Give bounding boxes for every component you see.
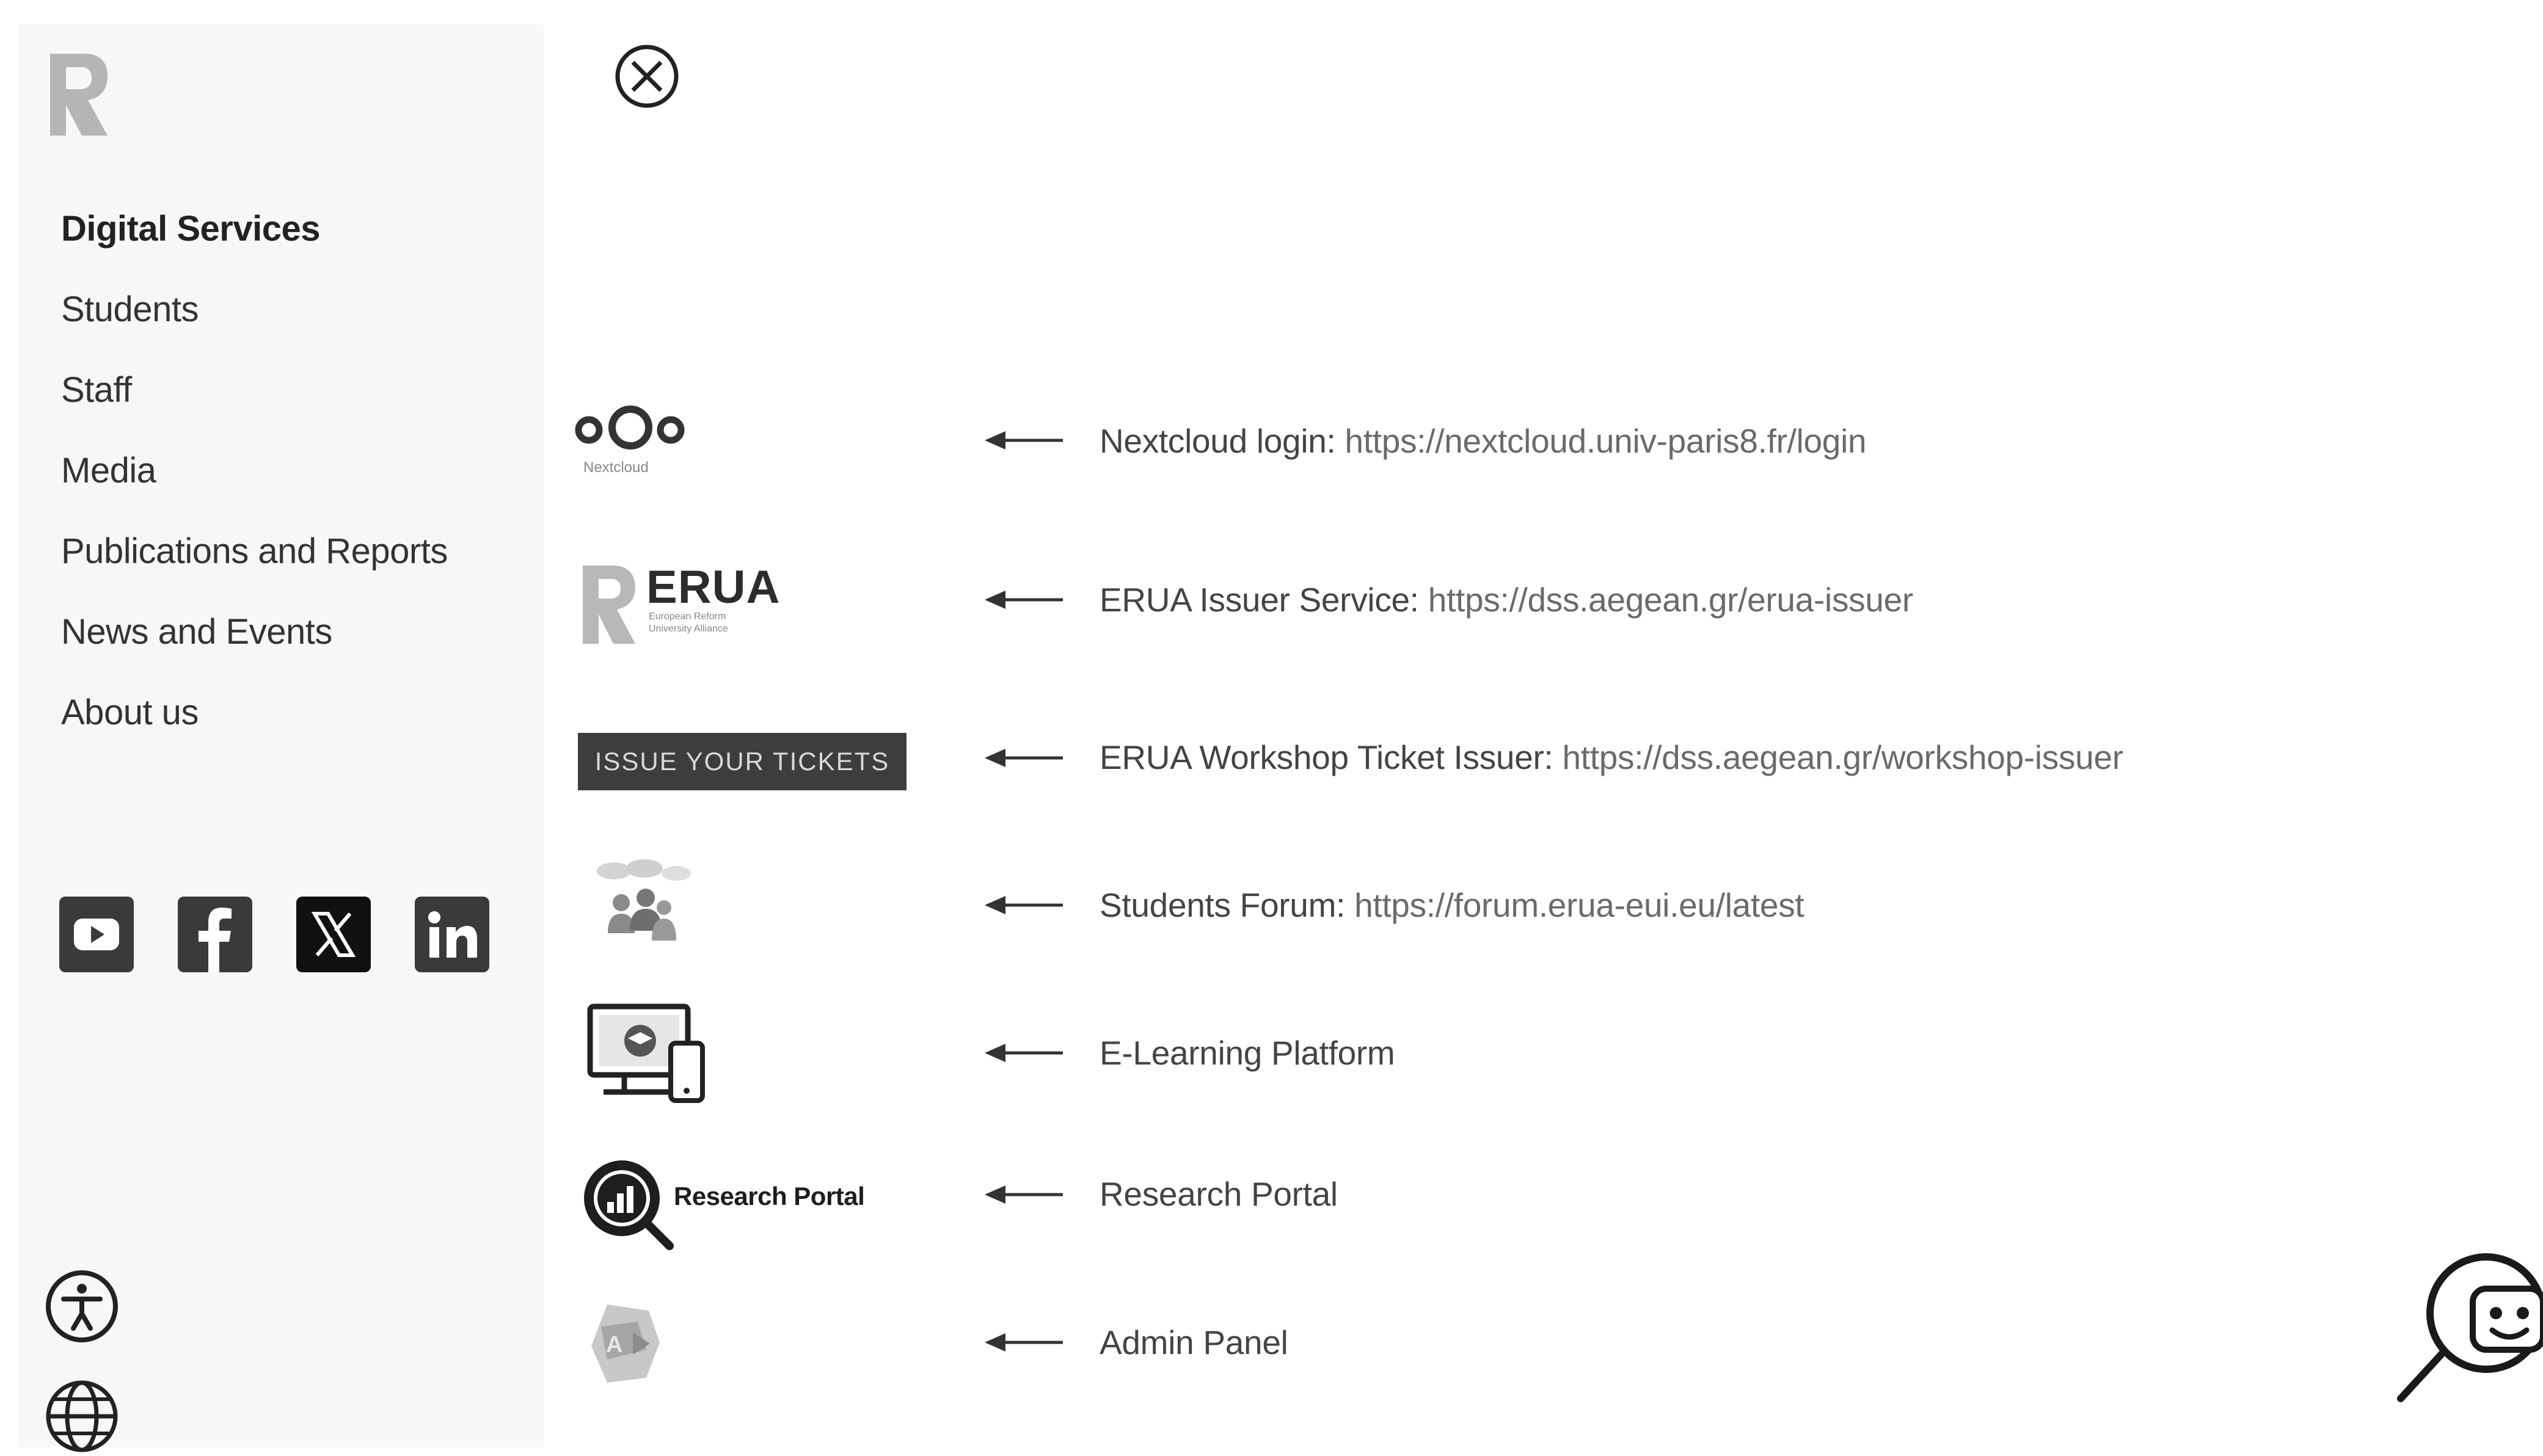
erua-r-logo[interactable] xyxy=(44,49,111,140)
service-name: Research Portal xyxy=(1100,1175,1338,1213)
service-url[interactable]: https://dss.aegean.gr/workshop-issuer xyxy=(1563,738,2124,776)
nav-item-digital-services[interactable]: Digital Services xyxy=(61,202,448,282)
x-icon[interactable] xyxy=(296,897,371,972)
service-url[interactable]: https://dss.aegean.gr/erua-issuer xyxy=(1428,581,1913,619)
service-name: E-Learning Platform xyxy=(1100,1034,1395,1072)
service-elearning[interactable]: E-Learning Platform xyxy=(1100,1033,1395,1072)
service-workshop-ticket-issuer[interactable]: ERUA Workshop Ticket Issuer: https://dss… xyxy=(1100,738,2123,777)
research-portal-logo-label: Research Portal xyxy=(674,1182,865,1210)
arrow-left-icon xyxy=(985,1333,1063,1352)
chatbot-icon[interactable] xyxy=(2395,1246,2543,1405)
admin-app-icon[interactable]: A xyxy=(583,1300,674,1391)
nav-item-students[interactable]: Students xyxy=(61,282,448,363)
issue-tickets-button[interactable]: ISSUE YOUR TICKETS xyxy=(578,733,907,790)
service-name: Students Forum: xyxy=(1100,886,1346,924)
service-name: ERUA Issuer Service: xyxy=(1100,581,1419,619)
social-links xyxy=(59,897,489,972)
nav-item-publications-and-reports[interactable]: Publications and Reports xyxy=(61,524,448,605)
nav-item-media[interactable]: Media xyxy=(61,443,448,524)
nav-item-news-and-events[interactable]: News and Events xyxy=(61,605,448,685)
elearning-devices-icon[interactable] xyxy=(585,1002,707,1105)
erua-logo-subtitle: European Reform University Alliance xyxy=(649,611,728,634)
close-circle-icon[interactable] xyxy=(613,43,680,110)
youtube-icon[interactable] xyxy=(59,897,134,972)
service-url[interactable]: https://forum.erua-eui.eu/latest xyxy=(1354,886,1804,924)
arrow-left-icon xyxy=(985,749,1063,767)
service-nextcloud[interactable]: Nextcloud login: https://nextcloud.univ-… xyxy=(1100,421,1867,460)
nav-item-staff[interactable]: Staff xyxy=(61,363,448,443)
service-research-portal[interactable]: Research Portal xyxy=(1100,1174,1338,1214)
service-erua-issuer[interactable]: ERUA Issuer Service: https://dss.aegean.… xyxy=(1100,580,1913,619)
service-url[interactable]: https://nextcloud.univ-paris8.fr/login xyxy=(1345,422,1867,460)
erua-logo-icon[interactable] xyxy=(579,562,640,647)
service-students-forum[interactable]: Students Forum: https://forum.erua-eui.e… xyxy=(1100,886,1804,925)
forum-people-icon[interactable] xyxy=(583,855,699,953)
arrow-left-icon xyxy=(985,1185,1063,1204)
nav-item-about-us[interactable]: About us xyxy=(61,685,448,766)
arrow-left-icon xyxy=(985,591,1063,609)
linkedin-icon[interactable] xyxy=(415,897,489,972)
nextcloud-logo-icon[interactable] xyxy=(572,403,694,458)
erua-logo-word: ERUA xyxy=(646,561,781,613)
arrow-left-icon xyxy=(985,896,1063,914)
svg-text:A: A xyxy=(606,1332,622,1358)
facebook-icon[interactable] xyxy=(178,897,252,972)
page: Digital Services Students Staff Media Pu… xyxy=(0,0,2543,1456)
accessibility-icon[interactable] xyxy=(43,1267,121,1345)
service-name: Nextcloud login: xyxy=(1100,422,1336,460)
nextcloud-logo-caption: Nextcloud xyxy=(583,459,649,476)
arrow-left-icon xyxy=(985,431,1063,450)
service-admin-panel[interactable]: Admin Panel xyxy=(1100,1323,1288,1362)
research-portal-icon[interactable] xyxy=(578,1154,682,1252)
service-name: ERUA Workshop Ticket Issuer: xyxy=(1100,738,1553,776)
arrow-left-icon xyxy=(985,1044,1063,1062)
service-name: Admin Panel xyxy=(1100,1323,1288,1361)
globe-icon[interactable] xyxy=(43,1377,121,1455)
sidebar-nav: Digital Services Students Staff Media Pu… xyxy=(61,202,448,766)
